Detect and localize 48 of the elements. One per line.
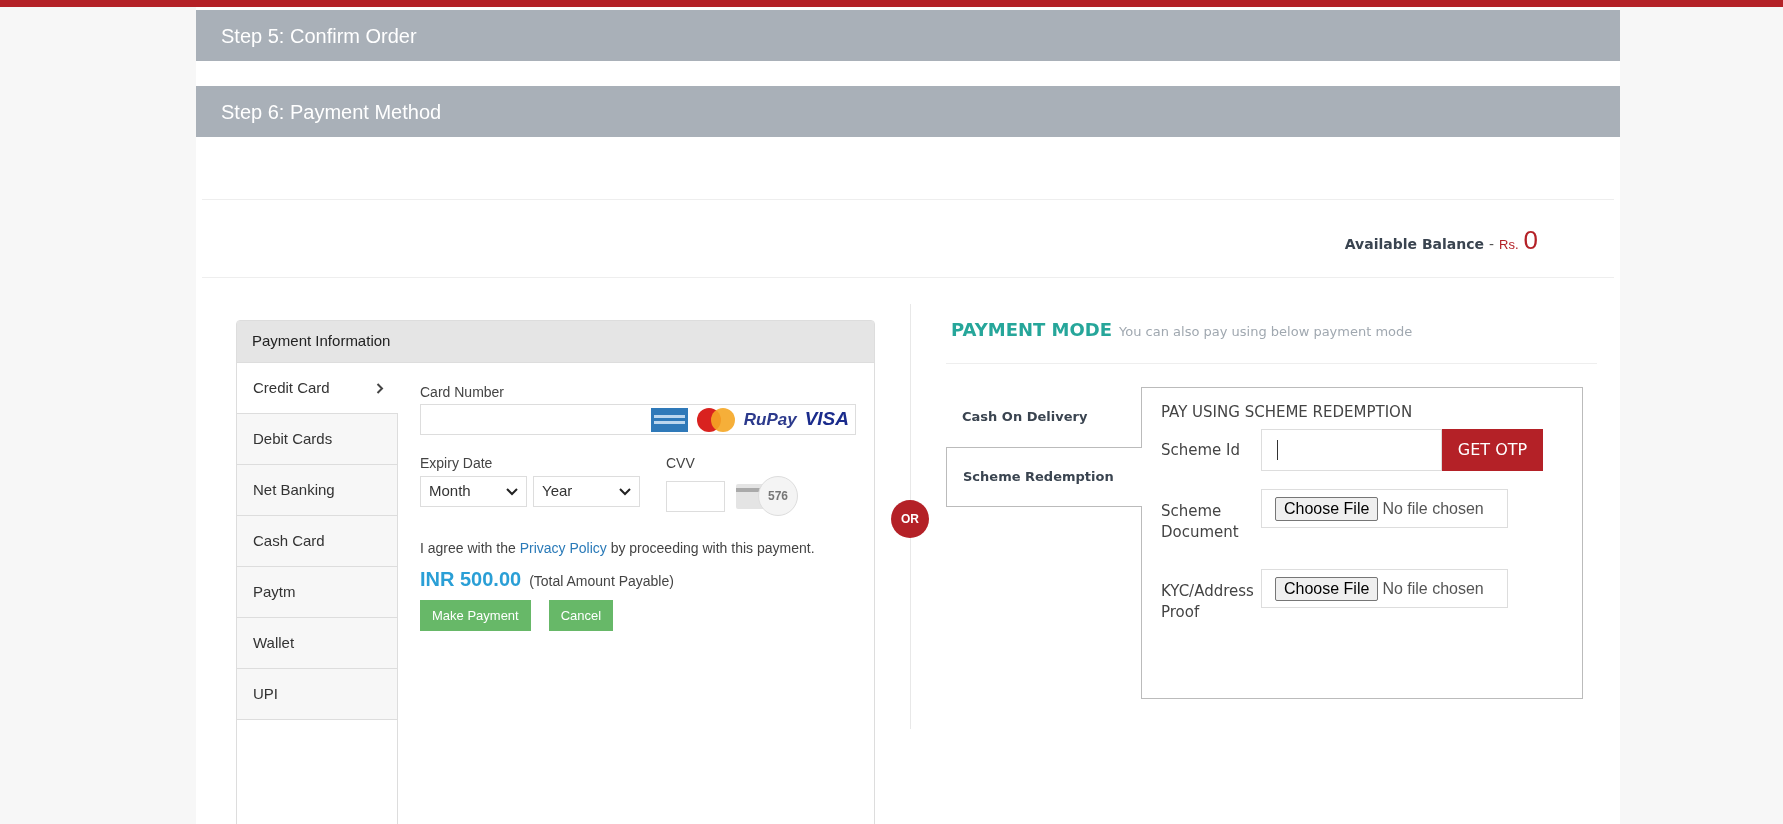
payment-mode-tab[interactable]: Scheme Redemption	[946, 447, 1142, 507]
balance-label: Available Balance	[1344, 235, 1485, 255]
cvv-input[interactable]	[666, 480, 725, 512]
file-status: No file chosen	[1382, 498, 1484, 519]
payment-mode-title: PAYMENT MODE	[951, 318, 1113, 342]
card-number-input[interactable]: RuPay VISA	[420, 404, 856, 435]
expiry-date-label: Expiry Date	[420, 455, 494, 471]
cvv-card-illustration: 576	[736, 476, 798, 516]
card-logo-icon	[695, 406, 736, 433]
card-brand-logo: VISA	[804, 407, 849, 432]
payment-mode-subtitle: You can also pay using below payment mode	[1119, 323, 1413, 341]
chevron-down-icon	[619, 487, 631, 496]
payment-method-tab[interactable]: Wallet	[237, 618, 398, 669]
or-badge: OR	[891, 500, 929, 538]
choose-file-button[interactable]: Choose File	[1275, 496, 1379, 521]
amount-note: (Total Amount Payable)	[529, 572, 674, 591]
privacy-policy-link[interactable]: Privacy Policy	[519, 540, 607, 556]
payment-method-tab[interactable]: Paytm	[237, 567, 398, 618]
file-status: No file chosen	[1382, 578, 1484, 599]
month-select[interactable]: Month	[420, 476, 527, 507]
payment-method-tab[interactable]: Cash Card	[237, 516, 398, 567]
scheme-id-input[interactable]	[1261, 429, 1442, 471]
file-upload-field[interactable]: Choose File No file chosen	[1261, 569, 1508, 608]
payment-mode-tab[interactable]: Cash On Delivery	[946, 387, 1141, 447]
year-select[interactable]: Year	[533, 476, 640, 507]
payment-method-tab[interactable]: Net Banking	[237, 465, 398, 516]
text-cursor	[1277, 440, 1278, 460]
card-logo-icon	[650, 407, 688, 432]
scheme-id-label: Scheme Id	[1161, 439, 1242, 461]
agreement-text: I agree with the Privacy Policy by proceeding with this payment.	[420, 539, 816, 558]
currency-label: Rs.	[1499, 236, 1519, 255]
payment-method-tab[interactable]: UPI	[237, 669, 398, 720]
upload-label: KYC/Address Proof	[1161, 581, 1255, 623]
panel-title: Payment Information	[237, 321, 874, 363]
payment-method-tab[interactable]: Debit Cards	[237, 414, 398, 465]
cvv-label: CVV	[666, 455, 696, 471]
panel-title: PAY USING SCHEME REDEMPTION	[1161, 402, 1414, 422]
card-number-label: Card Number	[420, 384, 506, 400]
balance-amount: 0	[1523, 227, 1538, 254]
choose-file-button[interactable]: Choose File	[1275, 576, 1379, 601]
chevron-right-icon	[376, 382, 384, 394]
separator: -	[1489, 234, 1495, 255]
chevron-down-icon	[506, 487, 518, 496]
amount-payable: INR 500.00	[420, 567, 522, 592]
get-otp-button[interactable]: GET OTP	[1442, 429, 1543, 471]
card-brand-logo: RuPay	[743, 408, 797, 431]
upload-label: Scheme Document	[1161, 501, 1240, 543]
file-upload-field[interactable]: Choose File No file chosen	[1261, 489, 1508, 528]
